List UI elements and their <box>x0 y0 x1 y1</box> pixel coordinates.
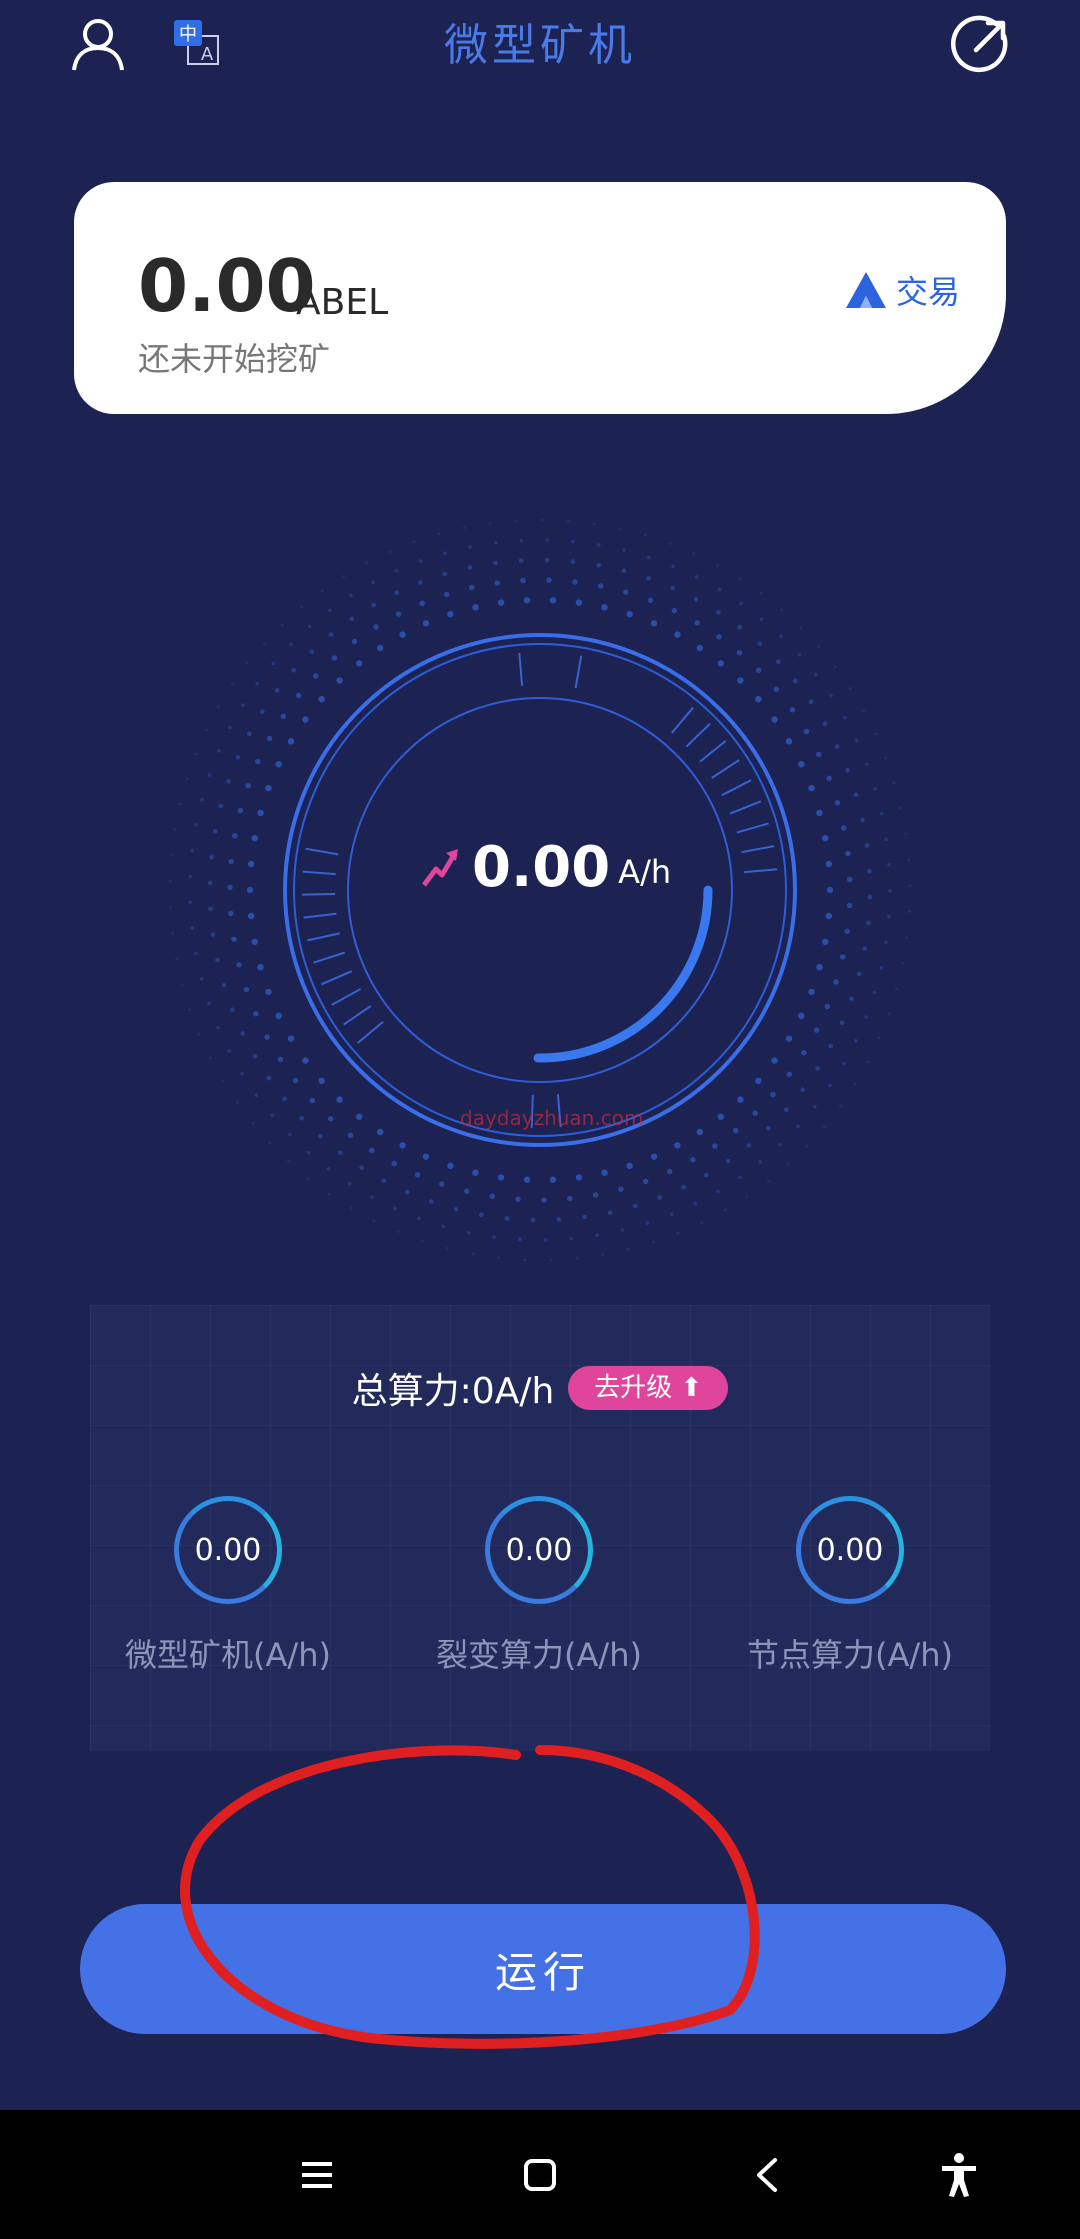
hashrate-value: 0.00 <box>472 834 611 900</box>
stat-label: 裂变算力(A/h) <box>436 1636 642 1674</box>
run-button[interactable]: 运行 <box>80 1904 1006 2034</box>
balance-amount: 0.00 <box>138 244 316 328</box>
stat-micro-miner: 0.00 微型矿机(A/h) <box>78 1496 378 1676</box>
page-title: 微型矿机 <box>444 20 636 71</box>
total-hashrate-label: 总算力:0A/h <box>351 1371 555 1412</box>
balance-unit: ABEL <box>296 282 389 323</box>
menu-icon[interactable] <box>292 2150 342 2200</box>
stat-node-power: 0.00 节点算力(A/h) <box>700 1496 1000 1676</box>
balance-card: 0.00 ABEL 还未开始挖矿 交易 <box>74 182 1006 414</box>
trade-label: 交易 <box>896 273 961 311</box>
gauge-progress-arc <box>533 885 713 1063</box>
trade-logo-icon <box>846 272 886 308</box>
total-hashrate-row: 总算力:0A/h 去升级 ⬆ <box>0 1360 1080 1416</box>
share-icon[interactable] <box>950 14 1012 76</box>
upgrade-label: 去升级 <box>594 1373 673 1403</box>
stat-ring: 0.00 <box>485 1496 593 1604</box>
trade-button[interactable]: 交易 <box>844 264 960 316</box>
upgrade-button[interactable]: 去升级 ⬆ <box>568 1366 729 1410</box>
accessibility-icon[interactable] <box>934 2150 984 2200</box>
trend-up-icon <box>422 849 458 887</box>
watermark-text: daydayzhuan.com <box>460 1106 644 1130</box>
mining-status: 还未开始挖矿 <box>138 340 331 378</box>
stat-label: 节点算力(A/h) <box>747 1636 953 1674</box>
hashrate-display: 0.00 A/h <box>420 832 671 902</box>
stat-label: 微型矿机(A/h) <box>125 1636 331 1674</box>
stat-fission-power: 0.00 裂变算力(A/h) <box>389 1496 689 1676</box>
home-square-icon[interactable] <box>515 2150 565 2200</box>
back-icon[interactable] <box>743 2150 793 2200</box>
hashrate-unit: A/h <box>618 853 672 891</box>
arrow-up-icon: ⬆ <box>680 1373 703 1403</box>
stat-ring: 0.00 <box>174 1496 282 1604</box>
stat-ring: 0.00 <box>796 1496 904 1604</box>
